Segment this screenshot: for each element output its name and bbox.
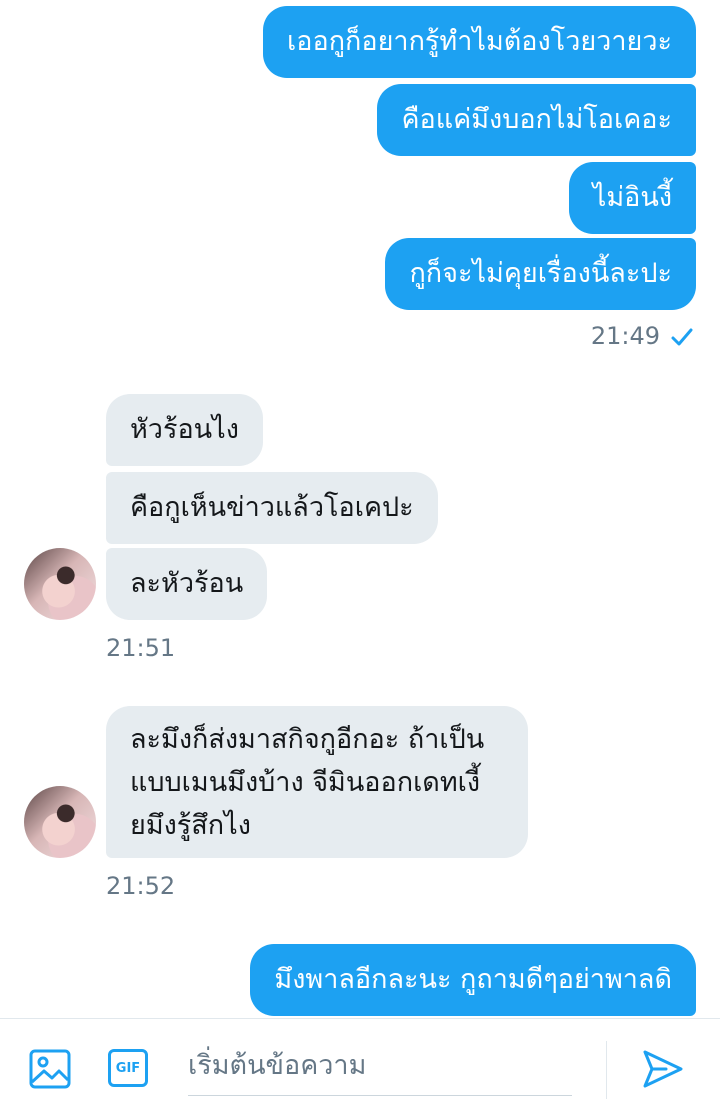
- incoming-message[interactable]: ละหัวร้อน: [106, 548, 268, 620]
- gif-icon[interactable]: GIF: [108, 1049, 148, 1087]
- message-text: หัวร้อนไง: [130, 414, 239, 445]
- message-text: ละหัวร้อน: [130, 568, 244, 599]
- message-text: กูก็จะไม่คุยเรื่องนี้ละปะ: [409, 258, 672, 289]
- message-timestamp: 21:51: [106, 634, 176, 662]
- composer-divider: [606, 1041, 607, 1099]
- message-timestamp: 21:52: [106, 872, 176, 900]
- message-timestamp: 21:49: [590, 322, 660, 350]
- message-text: คือกูเห็นข่าวแล้วโอเคปะ: [130, 492, 414, 523]
- outgoing-message[interactable]: ไม่อินงี้: [568, 162, 696, 234]
- message-text: มึงพาลอีกละนะ กูถามดีๆอย่าพาลดิ: [274, 964, 672, 995]
- check-icon: [671, 328, 693, 346]
- outgoing-message[interactable]: คือแค่มึงบอกไม่โอเคอะ: [377, 84, 696, 156]
- message-text: เออกูก็อยากรู้ทำไมต้องโวยวายวะ: [287, 26, 672, 57]
- message-composer: GIF เริ่มต้นข้อความ: [0, 1018, 720, 1117]
- incoming-message[interactable]: คือกูเห็นข่าวแล้วโอเคปะ: [106, 472, 438, 544]
- message-line: แบบเมนมึงบ้าง จีมินออกเดทเงี้: [130, 766, 481, 798]
- message-text: คือแค่มึงบอกไม่โอเคอะ: [401, 104, 672, 135]
- outgoing-message[interactable]: เออกูก็อยากรู้ทำไมต้องโวยวายวะ: [263, 6, 696, 78]
- incoming-message[interactable]: ละมึงก็ส่งมาสกิจกูอีกอะ ถ้าเป็น แบบเมนมึ…: [106, 706, 528, 858]
- message-line: ละมึงก็ส่งมาสกิจกูอีกอะ ถ้าเป็น: [130, 723, 485, 755]
- message-line: ยมึงรู้สึกไง: [130, 809, 251, 841]
- avatar[interactable]: [24, 786, 96, 858]
- input-underline: [188, 1095, 572, 1096]
- message-text: ละมึงก็ส่งมาสกิจกูอีกอะ ถ้าเป็น แบบเมนมึ…: [130, 718, 484, 847]
- send-icon[interactable]: [642, 1049, 684, 1089]
- outgoing-message[interactable]: มึงพาลอีกละนะ กูถามดีๆอย่าพาลดิ: [250, 944, 696, 1016]
- gif-label: GIF: [115, 1060, 141, 1076]
- message-text: ไม่อินงี้: [592, 182, 672, 213]
- avatar[interactable]: [24, 548, 96, 620]
- incoming-message[interactable]: หัวร้อนไง: [106, 394, 263, 466]
- image-icon[interactable]: [29, 1049, 71, 1089]
- message-input[interactable]: เริ่มต้นข้อความ: [188, 1043, 366, 1086]
- outgoing-message[interactable]: กูก็จะไม่คุยเรื่องนี้ละปะ: [385, 238, 696, 310]
